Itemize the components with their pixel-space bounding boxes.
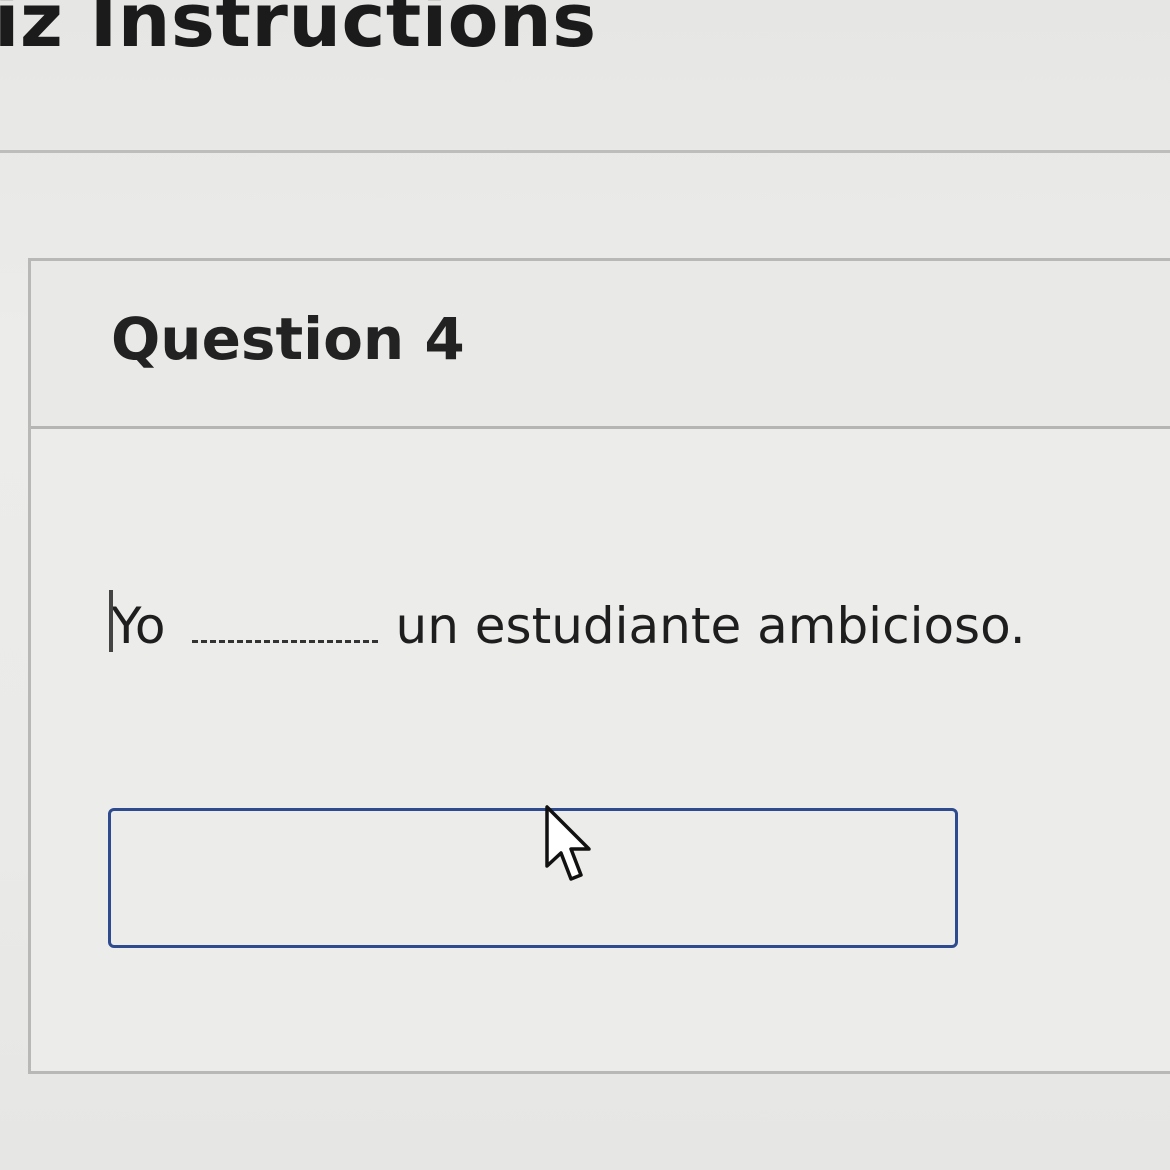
question-header: Question 4 (31, 261, 1170, 429)
prompt-text-after: un estudiante ambicioso. (395, 597, 1026, 655)
heading-divider (0, 150, 1170, 153)
question-card: Question 4 Yo un estudiante ambicioso. (28, 258, 1170, 1074)
question-prompt: Yo un estudiante ambicioso. (111, 597, 1026, 655)
prompt-text-before: Yo (111, 597, 166, 655)
question-title: Question 4 (111, 305, 465, 373)
prompt-blank (191, 606, 378, 643)
text-caret (109, 590, 113, 652)
mouse-pointer-icon (545, 805, 591, 881)
page-title: iz Instructions (0, 0, 597, 64)
answer-input[interactable] (108, 808, 958, 948)
